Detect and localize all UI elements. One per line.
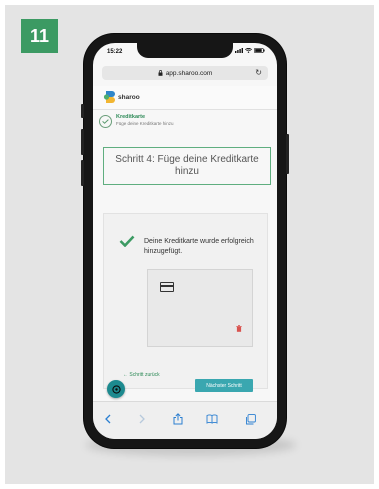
battery-icon	[254, 48, 265, 53]
step-title: Kreditkarte	[116, 114, 146, 120]
saved-credit-card[interactable]	[147, 269, 253, 347]
page-title: Schritt 4: Füge deine Kreditkarte hinzu	[103, 147, 271, 185]
address-bar[interactable]: app.sharoo.com ↻	[102, 66, 268, 80]
mute-switch	[81, 104, 84, 118]
volume-down-button	[81, 160, 84, 186]
volume-up-button	[81, 129, 84, 155]
help-icon	[111, 384, 121, 394]
trash-icon[interactable]	[236, 325, 242, 332]
logo-text: sharoo	[118, 94, 140, 101]
power-button	[286, 134, 289, 174]
step-number: 11	[29, 25, 50, 46]
tabs-icon[interactable]	[243, 412, 257, 426]
browser-toolbar	[93, 401, 277, 439]
success-check-icon	[119, 235, 135, 247]
step-number-badge: 11	[21, 19, 58, 53]
wifi-icon	[245, 48, 252, 53]
step-subtitle: Füge deine Kreditkarte hinzu	[116, 121, 174, 126]
sharoo-logo-icon[interactable]	[103, 90, 115, 104]
help-button[interactable]	[107, 380, 125, 398]
app-header: sharoo	[93, 86, 277, 110]
status-time: 15:22	[107, 49, 123, 55]
step-check-icon	[99, 115, 112, 128]
share-icon[interactable]	[171, 412, 185, 426]
lock-icon	[158, 70, 163, 76]
back-arrow-icon[interactable]	[101, 412, 115, 426]
headline-text: Schritt 4: Füge deine Kreditkarte hinzu	[115, 154, 259, 177]
phone-frame: 15:22 app.sharoo.com ↻ sharoo Kreditkart…	[81, 34, 289, 448]
next-step-button[interactable]: Nächster Schritt	[195, 379, 253, 392]
reload-icon[interactable]: ↻	[255, 68, 262, 77]
notch	[137, 43, 233, 58]
signal-icon	[235, 48, 243, 53]
success-message: Deine Kreditkarte wurde erfolgreich hinz…	[144, 238, 254, 255]
credit-card-icon	[160, 282, 174, 292]
step-back-link[interactable]: ← Schritt zurück	[123, 372, 160, 378]
forward-arrow-icon[interactable]	[135, 412, 149, 426]
phone-screen: 15:22 app.sharoo.com ↻ sharoo Kreditkart…	[93, 43, 277, 439]
bookmarks-icon[interactable]	[205, 412, 219, 426]
url-text: app.sharoo.com	[165, 69, 213, 77]
progress-step: Kreditkarte Füge deine Kreditkarte hinzu	[99, 113, 271, 137]
next-step-label: Nächster Schritt	[206, 382, 242, 389]
status-icons	[235, 48, 265, 53]
